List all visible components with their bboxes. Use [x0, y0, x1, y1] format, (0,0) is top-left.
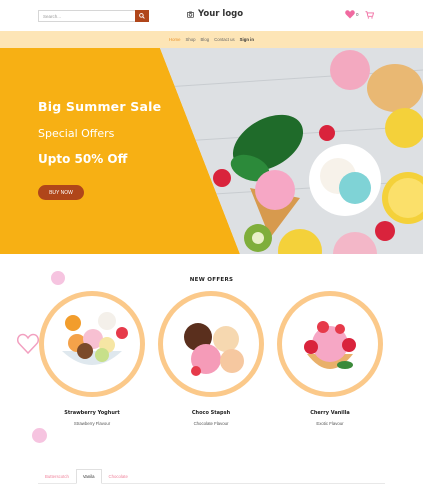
header: Your logo 0 — [0, 0, 423, 31]
product-image — [282, 296, 378, 392]
search-icon — [139, 13, 145, 19]
nav-shop[interactable]: Shop — [185, 37, 195, 42]
product-flavour: Chocolate Flavour — [193, 421, 229, 426]
hero-banner: Big Summer Sale Special Offers Upto 50% … — [0, 48, 423, 254]
tab-vanila[interactable]: Vanila — [75, 469, 102, 484]
product-image-ring — [158, 291, 264, 397]
hero-subtitle: Special Offers — [38, 127, 115, 140]
decor-heart-icon — [17, 333, 39, 355]
search-button[interactable] — [135, 10, 149, 22]
product-card-3[interactable]: Cherry Vanilla Exotic Flavour — [277, 291, 383, 426]
product-image-ring — [39, 291, 145, 397]
product-image — [44, 296, 140, 392]
buy-now-button[interactable]: BUY NOW — [38, 185, 84, 200]
cart-icon[interactable] — [365, 10, 374, 19]
flavour-tabs: Butterscotch Vanila Chocolate — [38, 469, 385, 484]
nav-blog[interactable]: Blog — [201, 37, 210, 42]
tab-chocolate[interactable]: Chocolate — [102, 469, 135, 483]
product-image — [163, 296, 259, 392]
product-card-2[interactable]: Choco Stapsh Chocolate Flavour — [158, 291, 264, 426]
product-name: Choco Stapsh — [191, 410, 231, 416]
nav-sign-in[interactable]: Sign in — [240, 37, 254, 42]
search-input[interactable] — [38, 10, 135, 22]
decor-circle-bottom — [32, 428, 47, 443]
nav-home[interactable]: Home — [169, 37, 180, 42]
hero-title: Big Summer Sale — [38, 99, 162, 114]
wishlist-count: 0 — [356, 12, 359, 17]
header-icons: 0 — [345, 10, 374, 19]
product-name: Strawberry Yoghurt — [64, 410, 120, 416]
tab-butterscotch[interactable]: Butterscotch — [38, 469, 76, 483]
site-logo[interactable]: Your logo — [187, 9, 243, 19]
main-nav: Home Shop Blog Contact us Sign in — [0, 31, 423, 48]
page: Your logo 0 Home Shop Blog Contact us Si… — [0, 0, 423, 494]
new-offers-title: NEW OFFERS — [189, 277, 234, 283]
logo-text: Your logo — [198, 9, 244, 19]
product-card-1[interactable]: Strawberry Yoghurt Strawberry Flavour — [39, 291, 145, 426]
product-image-ring — [277, 291, 383, 397]
search-bar — [38, 10, 149, 22]
product-name: Cherry Vanilla — [310, 410, 350, 416]
product-flavour: Exotic Flavour — [316, 421, 344, 426]
camera-icon — [187, 11, 194, 18]
wishlist-button[interactable]: 0 — [345, 10, 359, 19]
hero-offer: Upto 50% Off — [38, 152, 128, 166]
product-flavour: Strawberry Flavour — [73, 421, 111, 426]
heart-icon — [345, 10, 355, 19]
nav-contact[interactable]: Contact us — [214, 37, 235, 42]
